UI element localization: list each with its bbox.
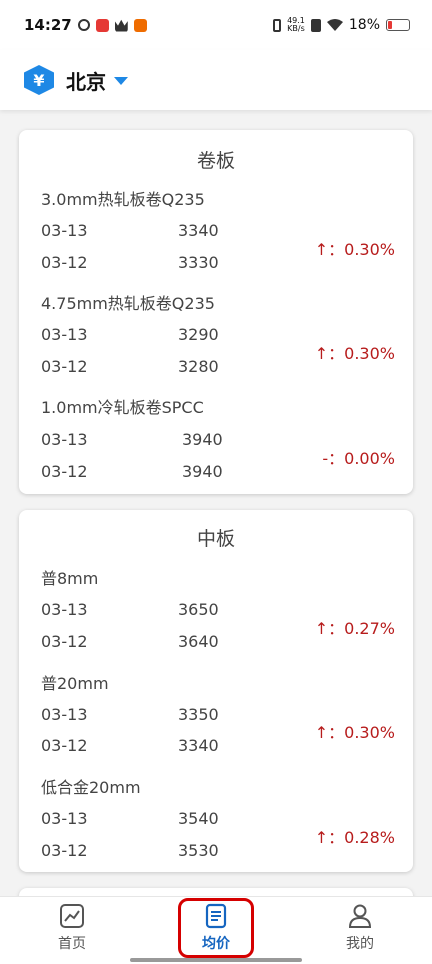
row-price: 3290 [178, 325, 219, 344]
row-date: 03-12 [41, 462, 88, 481]
highlight-annotation [178, 898, 254, 958]
row-date: 03-12 [41, 841, 88, 860]
category-card-plate: 中板 普8mm 03-13 3650 03-12 3640 ↑：0.27% 普2… [19, 510, 413, 872]
chart-line-icon [60, 904, 84, 928]
nav-home[interactable]: 首页 [27, 903, 117, 955]
price-change: ↑：0.28% [314, 828, 395, 847]
row-price: 3940 [182, 462, 223, 481]
row-date: 03-12 [41, 253, 88, 272]
product-name: 普8mm [41, 569, 99, 588]
product-name: 3.0mm热轧板卷Q235 [41, 190, 205, 209]
row-price: 3340 [178, 221, 219, 240]
row-date: 03-13 [41, 430, 88, 449]
vibrate-icon [273, 18, 282, 32]
status-bar: 14:27 49.1 KB/s 18% [0, 0, 432, 50]
row-price: 3340 [178, 736, 219, 755]
row-date: 03-13 [41, 705, 88, 724]
price-change: -：0.00% [322, 449, 395, 468]
row-price: 3350 [178, 705, 219, 724]
row-price: 3940 [182, 430, 223, 449]
row-price: 3280 [178, 357, 219, 376]
chevron-down-icon[interactable] [114, 77, 128, 85]
nav-mine[interactable]: 我的 [315, 903, 405, 955]
net-speed-unit: KB/s [287, 24, 305, 33]
app-notification-icon [77, 19, 90, 31]
price-change: ↑：0.30% [314, 240, 395, 259]
currency-badge-icon: ¥ [24, 65, 54, 95]
row-date: 03-13 [41, 809, 88, 828]
row-date: 03-12 [41, 736, 88, 755]
product-name: 普20mm [41, 674, 109, 693]
nav-mine-label: 我的 [346, 936, 374, 952]
header: ¥ 北京 [0, 50, 432, 110]
row-date: 03-13 [41, 325, 88, 344]
nav-home-label: 首页 [58, 936, 86, 952]
card-title: 卷板 [196, 150, 235, 172]
price-change: ↑：0.27% [314, 619, 395, 638]
user-icon [348, 904, 372, 928]
row-price: 3650 [178, 600, 219, 619]
battery-percent: 18% [348, 17, 380, 33]
row-price: 3540 [178, 809, 219, 828]
wifi-icon [326, 18, 343, 31]
no-sim-icon [310, 18, 321, 32]
product-name: 4.75mm热轧板卷Q235 [41, 294, 215, 313]
price-change: ↑：0.30% [314, 723, 395, 742]
status-left: 14:27 [24, 16, 147, 34]
app-notification-icon-2 [95, 18, 109, 32]
price-change: ↑：0.30% [314, 344, 395, 363]
row-price: 3530 [178, 841, 219, 860]
row-price: 3330 [178, 253, 219, 272]
network-speed: 49.1 KB/s [287, 17, 305, 33]
crown-icon [114, 19, 128, 32]
row-date: 03-12 [41, 632, 88, 651]
status-right: 49.1 KB/s 18% [273, 17, 410, 33]
product-name: 1.0mm冷轧板卷SPCC [41, 398, 204, 417]
battery-icon [386, 19, 410, 31]
row-date: 03-13 [41, 221, 88, 240]
row-date: 03-13 [41, 600, 88, 619]
product-name: 低合金20mm [41, 778, 141, 797]
app-notification-icon-3 [133, 18, 147, 32]
status-time: 14:27 [24, 16, 72, 34]
row-price: 3640 [178, 632, 219, 651]
row-date: 03-12 [41, 357, 88, 376]
home-indicator [130, 958, 302, 962]
category-card-coil: 卷板 3.0mm热轧板卷Q235 03-13 3340 03-12 3330 ↑… [19, 130, 413, 494]
card-title: 中板 [196, 528, 235, 550]
city-selector[interactable]: 北京 [66, 66, 106, 95]
